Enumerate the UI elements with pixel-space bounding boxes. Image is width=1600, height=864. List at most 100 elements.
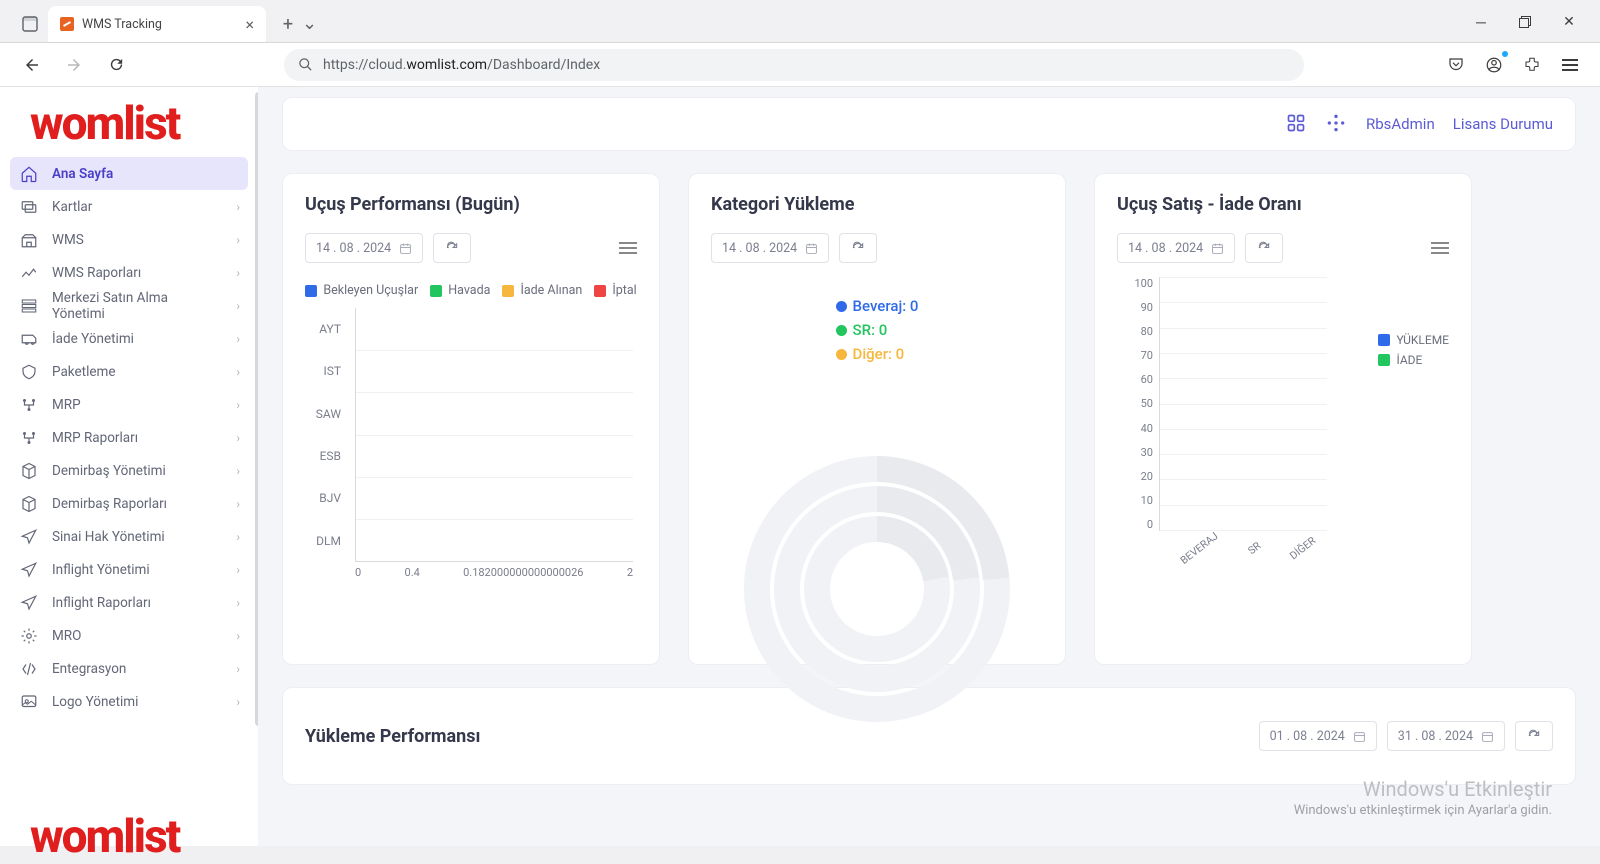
sidebar-item-sinai-hak-y-netimi[interactable]: Sinai Hak Yönetimi›	[10, 520, 248, 553]
sidebar-item-merkezi-sat-n-alma-y-netimi[interactable]: Merkezi Satın Alma Yönetimi›	[10, 289, 248, 322]
x-tick: SR	[1245, 539, 1276, 574]
chart-flight-performance: AYTISTSAWESBBJVDLM 00.40.182000000000000…	[305, 308, 637, 594]
card-title: Uçuş Performansı (Bugün)	[305, 194, 637, 215]
sidebar-item-inflight-raporlar-[interactable]: Inflight Raporları›	[10, 586, 248, 619]
legend-item[interactable]: Bekleyen Uçuşlar	[305, 283, 418, 298]
chevron-right-icon: ›	[236, 332, 240, 346]
new-tab-button[interactable]: +	[274, 10, 302, 38]
y-tick: 80	[1117, 325, 1153, 338]
legend-item[interactable]: Beveraj: 0	[836, 297, 919, 315]
nav-icon	[20, 198, 38, 216]
sidebar-item-i-ade-y-netimi[interactable]: İade Yönetimi ›	[10, 322, 248, 355]
legend-item[interactable]: İptal	[594, 283, 636, 298]
date-picker[interactable]: 14 . 08 . 2024	[711, 233, 829, 263]
sidebar-item-wms-raporlar-[interactable]: WMS Raporları ›	[10, 256, 248, 289]
legend-item[interactable]: Havada	[430, 283, 490, 298]
x-tick: 2	[627, 566, 633, 594]
url-text: https://cloud.womlist.com/Dashboard/Inde…	[323, 57, 600, 73]
y-tick: 50	[1117, 397, 1153, 410]
chevron-right-icon: ›	[236, 596, 240, 610]
sidebar-item-label: Paketleme	[52, 364, 116, 380]
forward-icon[interactable]	[60, 51, 88, 79]
sidebar-item-mrp[interactable]: MRP›	[10, 388, 248, 421]
sidebar-item-label: İade Yönetimi	[52, 331, 134, 347]
nav-icon	[20, 594, 38, 612]
card-flight-performance: Uçuş Performansı (Bugün) 14 . 08 . 2024 …	[282, 173, 660, 665]
chevron-right-icon: ›	[236, 662, 240, 676]
chart-menu-icon[interactable]	[619, 241, 637, 255]
y-category: SAW	[305, 407, 349, 421]
nav-icon	[20, 660, 38, 678]
topbar: RbsAdmin Lisans Durumu	[282, 97, 1576, 151]
pocket-icon[interactable]	[1444, 53, 1468, 77]
apps-icon[interactable]	[1286, 113, 1308, 135]
sidebar-item-paketleme[interactable]: Paketleme›	[10, 355, 248, 388]
legend-item[interactable]: İADE	[1378, 353, 1449, 367]
legend-item[interactable]: YÜKLEME	[1378, 333, 1449, 347]
donut-chart	[727, 439, 1027, 739]
date-picker[interactable]: 14 . 08 . 2024	[1117, 233, 1235, 263]
refresh-button[interactable]	[839, 233, 877, 263]
chevron-right-icon: ›	[236, 266, 240, 280]
nav-icon	[20, 165, 38, 183]
move-icon[interactable]	[1326, 113, 1348, 135]
date-to-picker[interactable]: 31 . 08 . 2024	[1387, 721, 1505, 751]
window-minimize-icon[interactable]: ─	[1462, 8, 1500, 36]
nav-icon	[20, 462, 38, 480]
chevron-right-icon: ›	[236, 629, 240, 643]
sidebar-item-label: Demirbaş Raporları	[52, 496, 167, 512]
y-tick: 10	[1117, 494, 1153, 507]
sidebar-item-kartlar[interactable]: Kartlar›	[10, 190, 248, 223]
user-link[interactable]: RbsAdmin	[1366, 115, 1435, 133]
refresh-button[interactable]	[1515, 721, 1553, 751]
y-tick: 30	[1117, 446, 1153, 459]
sidebar-item-label: MRO	[52, 628, 81, 644]
account-icon[interactable]	[1482, 53, 1506, 77]
legend-item[interactable]: İade Alınan	[502, 283, 582, 298]
calendar-icon	[1481, 730, 1494, 743]
sidebar-item-ana-sayfa[interactable]: Ana Sayfa	[10, 157, 248, 190]
back-icon[interactable]	[18, 51, 46, 79]
tabs-chevron-icon[interactable]: ⌄	[302, 13, 317, 34]
refresh-button[interactable]	[1245, 233, 1283, 263]
sidebar-item-label: MRP	[52, 397, 81, 413]
nav-icon	[20, 396, 38, 414]
sidebar-item-mrp-raporlar-[interactable]: MRP Raporları›	[10, 421, 248, 454]
date-picker[interactable]: 14 . 08 . 2024	[305, 233, 423, 263]
legend-item[interactable]: SR: 0	[836, 321, 919, 339]
date-from-picker[interactable]: 01 . 08 . 2024	[1259, 721, 1377, 751]
card-sales-return: Uçuş Satış - İade Oranı 14 . 08 . 2024 1…	[1094, 173, 1472, 665]
close-tab-icon[interactable]: ×	[245, 15, 254, 34]
address-bar[interactable]: https://cloud.womlist.com/Dashboard/Inde…	[284, 49, 1304, 81]
y-tick: 90	[1117, 301, 1153, 314]
chevron-right-icon: ›	[236, 431, 240, 445]
sidebar-item-inflight-y-netimi[interactable]: Inflight Yönetimi›	[10, 553, 248, 586]
calendar-icon	[805, 242, 818, 255]
sidebar-item-entegrasyon[interactable]: Entegrasyon›	[10, 652, 248, 685]
sidebar-item-mro[interactable]: MRO ›	[10, 619, 248, 652]
license-link[interactable]: Lisans Durumu	[1453, 115, 1553, 133]
menu-icon[interactable]	[1558, 53, 1582, 77]
reload-icon[interactable]	[102, 51, 130, 79]
sidebar-item-demirba-y-netimi[interactable]: Demirbaş Yönetimi›	[10, 454, 248, 487]
tab-list-button[interactable]	[12, 6, 48, 42]
sidebar-item-wms[interactable]: WMS›	[10, 223, 248, 256]
nav-icon	[20, 231, 38, 249]
nav-icon	[20, 561, 38, 579]
refresh-button[interactable]	[433, 233, 471, 263]
window-maximize-icon[interactable]	[1506, 8, 1544, 36]
browser-tab[interactable]: WMS Tracking ×	[48, 6, 266, 42]
extensions-icon[interactable]	[1520, 53, 1544, 77]
sidebar-item-label: WMS Raporları	[52, 265, 141, 281]
nav-icon	[20, 264, 38, 282]
x-tick: DİĞER	[1287, 534, 1331, 579]
y-tick: 60	[1117, 373, 1153, 386]
sidebar-item-demirba-raporlar-[interactable]: Demirbaş Raporları›	[10, 487, 248, 520]
legend-item[interactable]: Diğer: 0	[836, 345, 919, 363]
card-title: Uçuş Satış - İade Oranı	[1117, 194, 1449, 215]
chart-menu-icon[interactable]	[1431, 241, 1449, 255]
sidebar-item-logo-y-netimi[interactable]: Logo Yönetimi›	[10, 685, 248, 718]
nav-icon	[20, 495, 38, 513]
y-tick: 70	[1117, 349, 1153, 362]
window-close-icon[interactable]: ✕	[1550, 8, 1588, 36]
